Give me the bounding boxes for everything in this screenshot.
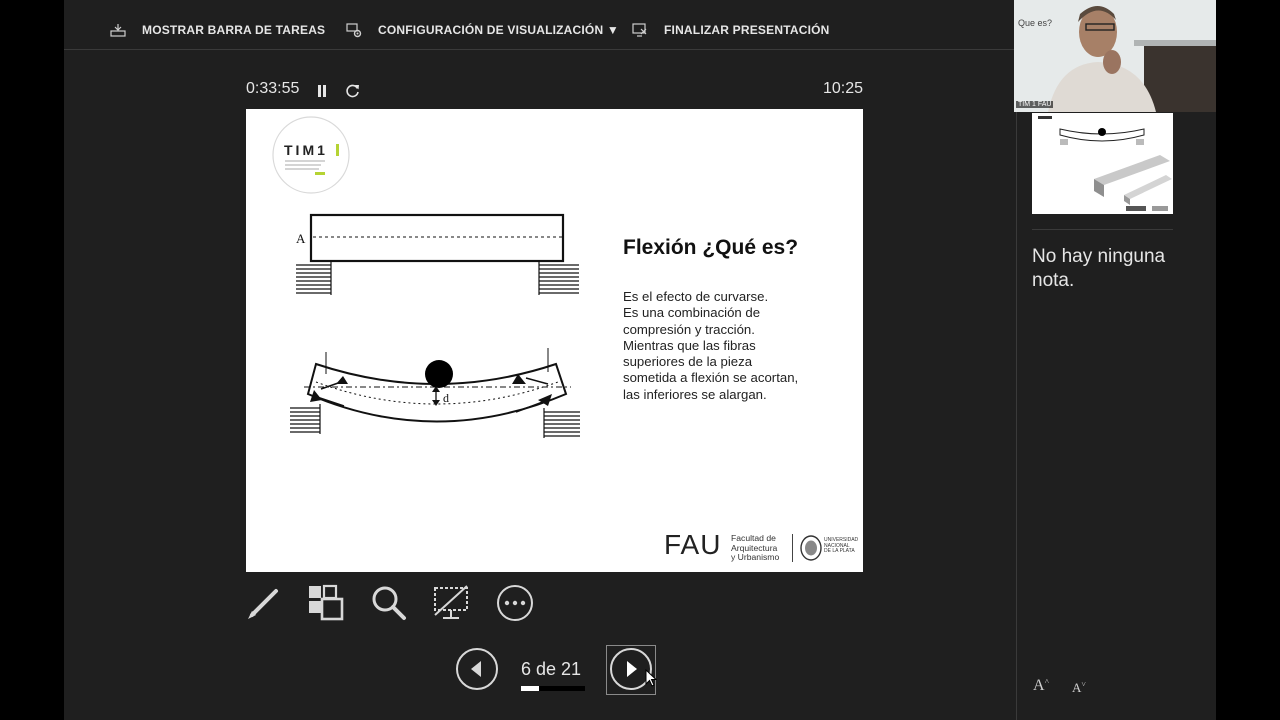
body-line: superiores de la pieza [623, 354, 753, 370]
speaker-video-frame: Que es? [1014, 0, 1216, 112]
body-line: Es el efecto de curvarse. [623, 289, 769, 304]
logo-text: TIM1 [284, 142, 328, 158]
zoom-icon[interactable] [369, 583, 409, 623]
show-taskbar-button[interactable]: MOSTRAR BARRA DE TAREAS [110, 20, 325, 40]
display-settings-icon [346, 23, 362, 38]
fau-name: Facultad de Arquitectura y Urbanismo [731, 533, 780, 563]
clock: 10:25 [823, 80, 864, 97]
left-letterbox [0, 0, 64, 720]
speaker-video: Que es? TIM 1 FAU [1014, 0, 1216, 112]
previous-icon [471, 661, 481, 677]
body-line: las inferiores se alargan. [623, 386, 767, 402]
pen-icon[interactable] [244, 583, 284, 623]
bent-beam-diagram: d [290, 348, 580, 438]
body-line: compresión y tracción. [623, 321, 755, 337]
black-screen-icon[interactable] [432, 583, 472, 623]
body-line: Es una combinación de [623, 305, 761, 321]
unlp-seal-icon [800, 535, 822, 561]
fau-name-line: y Urbanismo [731, 552, 780, 562]
logo-divider [792, 534, 793, 562]
slide-progress-bar [521, 686, 585, 691]
more-options-icon[interactable] [495, 583, 535, 623]
tim1-logo: TIM1 [272, 116, 350, 194]
taskbar-icon [110, 24, 126, 37]
deflection-label-d: d [443, 391, 449, 405]
support-label-a: A [296, 231, 306, 246]
show-taskbar-label: MOSTRAR BARRA DE TAREAS [142, 23, 326, 37]
body-line: sometida a flexión se acortan, [623, 370, 799, 386]
end-show-icon [632, 23, 647, 37]
display-settings-button[interactable]: CONFIGURACIÓN DE VISUALIZACIÓN ▼ [346, 20, 619, 40]
right-letterbox [1216, 0, 1280, 720]
presenter-view: MOSTRAR BARRA DE TAREAS CONFIGURACIÓN DE… [64, 0, 1216, 720]
body-line: Mientras que las fibras [623, 337, 756, 353]
increase-font-button[interactable]: A˄ [1033, 677, 1049, 695]
slide-body: Es el efecto de curvarse. Es una combina… [623, 289, 843, 403]
current-slide: TIM1 A d Flexión ¿Qué es? Es el efecto d… [246, 109, 863, 572]
unlp-name: UNIVERSIDAD NACIONAL DE LA PLATA [824, 537, 858, 555]
increase-font-icon: A [1033, 677, 1045, 694]
unlp-name-line: DE LA PLATA [824, 548, 855, 554]
end-show-label: FINALIZAR PRESENTACIÓN [664, 23, 830, 37]
simple-beam-diagram: A [296, 213, 579, 295]
notes-separator [1032, 229, 1173, 230]
board-text: Que es? [1018, 18, 1052, 28]
top-toolbar: MOSTRAR BARRA DE TAREAS CONFIGURACIÓN DE… [64, 0, 1014, 58]
next-slide-preview [1032, 113, 1173, 214]
slide-title: Flexión ¿Qué es? [623, 236, 799, 259]
display-settings-label: CONFIGURACIÓN DE VISUALIZACIÓN ▼ [378, 23, 619, 37]
toolbar-divider [64, 49, 1014, 50]
slide-counter: 6 de 21 [521, 659, 582, 679]
slides-grid-icon[interactable] [306, 583, 346, 623]
mouse-cursor-icon [645, 669, 657, 687]
slide-progress-fill [521, 686, 540, 691]
previous-slide-button[interactable] [456, 648, 498, 690]
fau-logo: FAU [664, 529, 722, 560]
speaker-notes: No hay ninguna nota. [1032, 246, 1166, 291]
decrease-font-icon: A [1072, 680, 1082, 695]
video-label: TIM 1 FAU [1016, 101, 1054, 108]
decrease-font-button[interactable]: A˅ [1072, 680, 1086, 696]
elapsed-timer: 0:33:55 [246, 80, 300, 97]
restart-icon[interactable] [344, 82, 362, 100]
next-slide-thumbnail[interactable] [1032, 113, 1173, 214]
pause-icon[interactable] [313, 82, 331, 100]
end-show-button[interactable]: FINALIZAR PRESENTACIÓN [632, 20, 830, 40]
